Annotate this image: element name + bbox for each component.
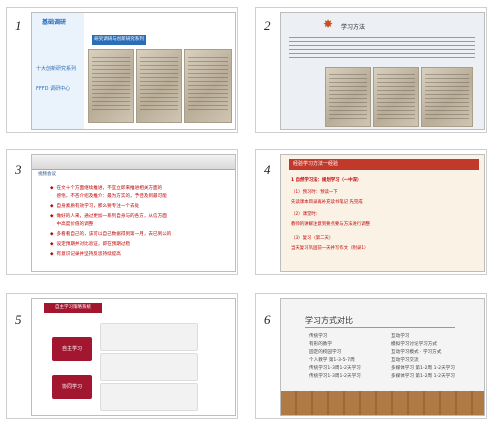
slide-number: 3 <box>15 162 22 177</box>
slide-thumbnail[interactable]: 学习方式对比 传统学习 有形的教学 固定的校园学习 个人教学 第1-3-5-7周… <box>280 298 485 416</box>
left-row: 传统学习 <box>309 334 328 339</box>
text-line: 先读课本目录再补充读书笔记 先完成 <box>291 200 363 205</box>
slide-thumbnail[interactable]: 视频会议 ◆在文十个方面继续推进，不宜立即来推进相关方面的 ◆感悟，不吝介绍及推… <box>31 154 236 272</box>
bullet-item: ◆ 设定预期并对比验证，即在预期过稳 <box>50 242 131 247</box>
text-line: （2）课堂时： <box>291 212 321 217</box>
bullet-item: ◆ 做好的人来，通过更加一系列自身与的各方，从信方面 <box>50 214 167 219</box>
bullet-item: ◆ 在文十个方面继续推进，不宜立即来推进相关方面的 <box>50 186 163 191</box>
nav-item: 十大创新研究系列 <box>36 66 77 72</box>
info-box <box>100 353 198 381</box>
divider <box>305 327 455 328</box>
slide-title: 经验学习方法一经验 <box>289 159 479 170</box>
slide-number: 5 <box>15 312 22 327</box>
info-box <box>100 383 198 411</box>
document-photo <box>325 67 371 127</box>
bullet-item: ◆感悟，不吝介绍及推介：最为方实的，予佳及到最可能 <box>56 194 167 199</box>
app-toolbar <box>32 155 235 170</box>
bullet-item: ◆ 多看看自己的，该可以自己数据得到第一月，去已到公的 <box>50 232 172 237</box>
text-block <box>289 37 475 61</box>
slide-title: 学习方法 <box>341 24 366 31</box>
slide-number: 1 <box>15 18 22 33</box>
right-row: 互动学习交流 <box>391 358 419 363</box>
left-row: 有形的教学 <box>309 342 332 347</box>
self-study-button[interactable]: 自主学习 <box>52 337 92 361</box>
slide-cell-1[interactable]: 1 基础调研 十大创新研究系列 FFFD 调研中心 研究调研与创新研究系列 <box>6 7 238 133</box>
text-line: 教师的讲解注意到要点要与方法进行调整 <box>291 222 371 227</box>
slide-thumbnail[interactable]: ✸ 学习方法 <box>280 12 485 130</box>
slide-thumbnail[interactable]: 经验学习方法一经验 1 自然学习法：规划学习（一中深） （1）预习时：预读一下 … <box>280 154 485 272</box>
document-photo <box>373 67 419 127</box>
text-line: 当天复习巩固前一天并写作文（附录1） <box>291 246 369 251</box>
nav-item: FFFD 调研中心 <box>36 86 71 92</box>
slide-banner: 研究调研与创新研究系列 <box>92 35 146 45</box>
text-line: （1）预习时：预读一下 <box>291 190 338 195</box>
star-icon: ✸ <box>323 17 334 31</box>
slide-number: 4 <box>264 162 271 177</box>
right-row: 多媒体学习 第1-2周 1-2天学习 <box>391 374 455 379</box>
slide-number: 2 <box>264 18 271 33</box>
slide-cell-4[interactable]: 4 经验学习方法一经验 1 自然学习法：规划学习（一中深） （1）预习时：预读一… <box>255 149 487 275</box>
slide-number: 6 <box>264 312 271 327</box>
right-row: 互动学习 <box>391 334 410 339</box>
document-photo <box>421 67 473 127</box>
bullet-item: ◆ 自身素质有效学习，那么要专注一个去处 <box>50 204 140 209</box>
document-photo <box>88 49 134 123</box>
left-row: 固定的校园学习 <box>309 350 342 355</box>
menu-label: 视频会议 <box>38 172 56 177</box>
wood-floor <box>281 391 484 415</box>
slide-header: 基础调研 <box>42 19 67 26</box>
right-row: 模拟学习讨论学习方式 <box>391 342 437 347</box>
text-line: （3）复习（第二天） <box>291 236 334 241</box>
right-row: 互动学习模式 · 学习方式 <box>391 350 442 355</box>
left-row: 传统学习1-3周1-2天学习 <box>309 366 361 371</box>
collab-study-button[interactable]: 协同学习 <box>52 375 92 399</box>
slide-thumbnail[interactable]: 基础调研 十大创新研究系列 FFFD 调研中心 研究调研与创新研究系列 <box>31 12 236 130</box>
slide-thumbnail[interactable]: 自主学习策略系统 自主学习 协同学习 <box>31 298 236 416</box>
document-photo <box>136 49 182 123</box>
bullet-item: ◆ 有意识记录并坚持反思持续提高 <box>50 252 121 257</box>
text-line: 1 自然学习法：规划学习（一中深） <box>291 178 362 183</box>
slide-header: 自主学习策略系统 <box>44 303 102 313</box>
right-row: 多媒体学习 第1-2周 1-2天学习 <box>391 366 455 371</box>
slide-cell-2[interactable]: 2 ✸ 学习方法 <box>255 7 487 133</box>
slide-thumbnail-grid: 1 基础调研 十大创新研究系列 FFFD 调研中心 研究调研与创新研究系列 2 … <box>0 0 497 433</box>
left-row: 个人教学 第1-3-5-7周 <box>309 358 355 363</box>
slide-cell-5[interactable]: 5 自主学习策略系统 自主学习 协同学习 <box>6 293 238 419</box>
slide-title: 学习方式对比 <box>305 316 353 325</box>
slide-cell-6[interactable]: 6 学习方式对比 传统学习 有形的教学 固定的校园学习 个人教学 第1-3-5-… <box>255 293 487 419</box>
bullet-item: ◆中高度价值的调整 <box>56 222 94 227</box>
left-row: 传统学习1-3周1-2天学习 <box>309 374 361 379</box>
slide-cell-3[interactable]: 3 视频会议 ◆在文十个方面继续推进，不宜立即来推进相关方面的 ◆感悟，不吝介绍… <box>6 149 238 275</box>
info-box <box>100 323 198 351</box>
document-photo <box>184 49 232 123</box>
